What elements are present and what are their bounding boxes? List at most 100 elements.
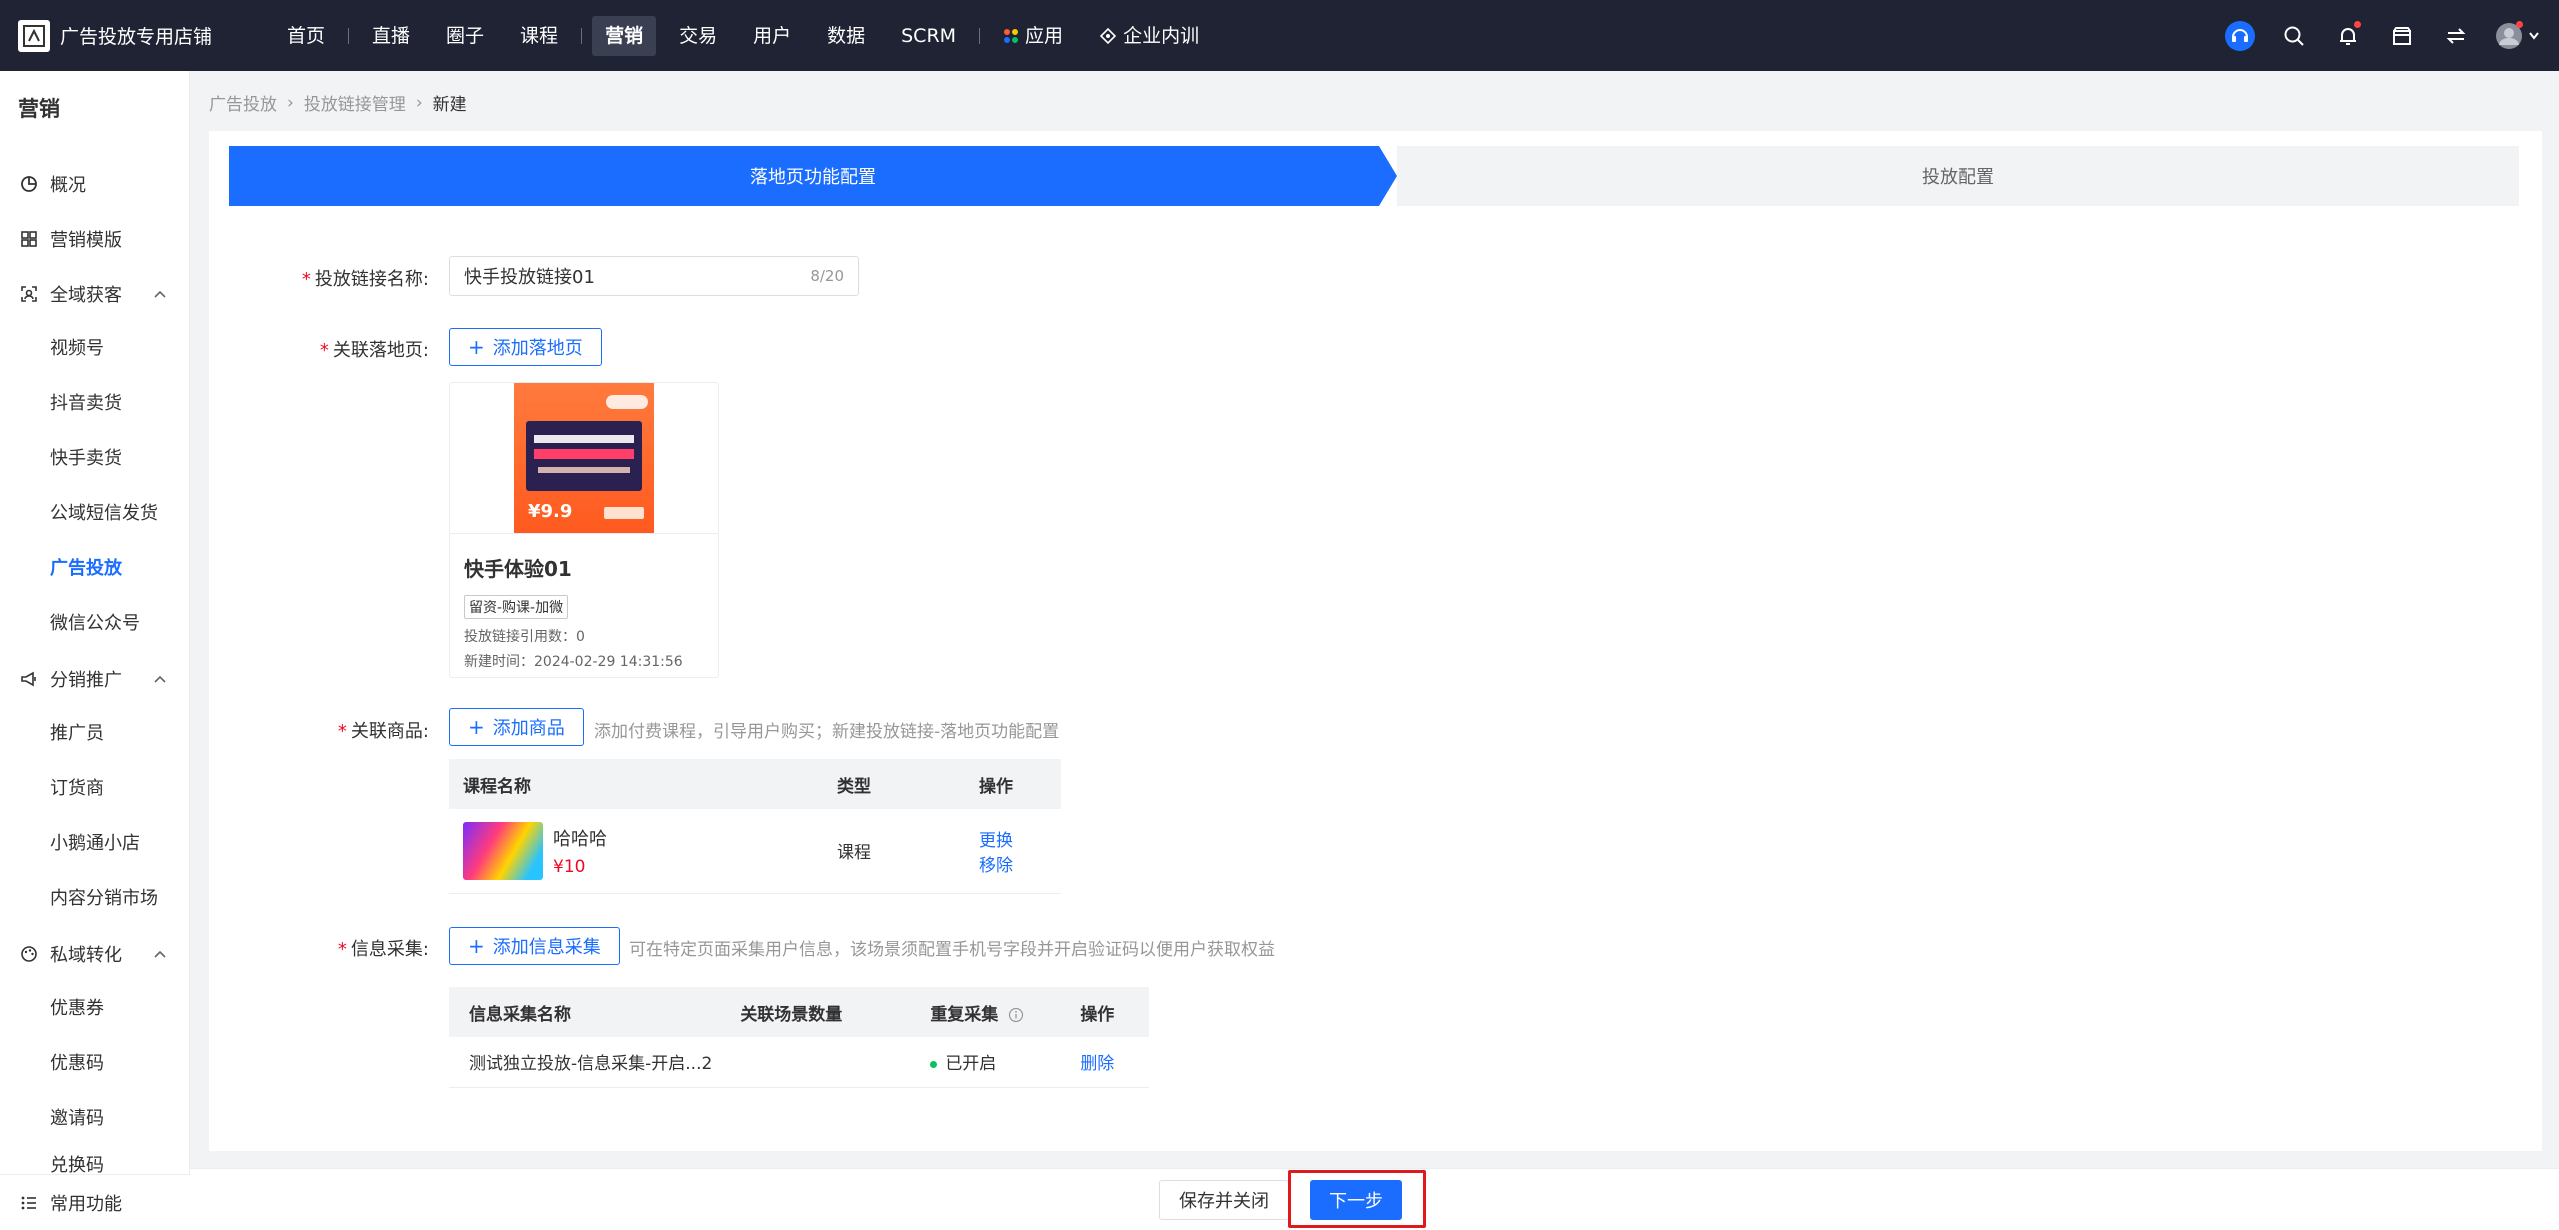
nav-live[interactable]: 直播 bbox=[359, 16, 423, 56]
sidebar-group-acquire[interactable]: 全域获客 bbox=[0, 266, 189, 321]
replace-link[interactable]: 更换 bbox=[979, 831, 1013, 851]
sidebar-group-label: 全域获客 bbox=[50, 284, 122, 306]
table-row: 测试独立投放-信息采集-开启...2 已开启 删除 bbox=[449, 1037, 1149, 1088]
nav-divider bbox=[348, 27, 350, 44]
bell-icon[interactable] bbox=[2331, 19, 2365, 53]
required-mark: * bbox=[301, 269, 311, 290]
col-info-name: 信息采集名称 bbox=[449, 987, 727, 1037]
nav-marketing[interactable]: 营销 bbox=[592, 15, 657, 56]
info-scene-cell bbox=[726, 1037, 917, 1088]
sidebar-group-label: 私域转化 bbox=[50, 944, 122, 966]
sidebar-item-shop[interactable]: 小鹅通小店 bbox=[0, 816, 189, 871]
palette-icon bbox=[20, 945, 38, 963]
support-icon[interactable] bbox=[2223, 19, 2257, 53]
store-icon[interactable] bbox=[2385, 19, 2419, 53]
col-scene-count: 关联场景数量 bbox=[726, 987, 917, 1037]
plus-icon: + bbox=[468, 715, 485, 739]
goods-hint: 添加付费课程，引导用户购买；新建投放链接-落地页功能配置 bbox=[594, 722, 1060, 742]
sidebar-item-label: 概况 bbox=[50, 174, 86, 196]
info-circle-icon[interactable] bbox=[1008, 1007, 1024, 1023]
link-name-label-text: 投放链接名称: bbox=[314, 269, 429, 290]
poster-line bbox=[538, 467, 630, 473]
breadcrumb-separator: › bbox=[287, 92, 294, 113]
nav-divider bbox=[979, 27, 981, 44]
nav-training[interactable]: 企业内训 bbox=[1086, 16, 1212, 56]
target-user-icon bbox=[20, 285, 38, 303]
poster-badge bbox=[606, 395, 648, 409]
info-name-text: 测试独立投放-信息采集-开启... bbox=[469, 1054, 702, 1075]
nav-apps[interactable]: 应用 bbox=[990, 16, 1076, 56]
sidebar-item-overview[interactable]: 概况 bbox=[0, 156, 189, 211]
table-row: 哈哈哈 ¥10 课程 更换移除 bbox=[449, 809, 1061, 894]
info-actions: 删除 bbox=[1066, 1037, 1149, 1088]
char-count: 8/20 bbox=[810, 267, 844, 285]
add-goods-label: 添加商品 bbox=[492, 718, 565, 739]
notification-dot bbox=[2354, 20, 2361, 28]
landing-label-text: 关联落地页: bbox=[332, 340, 429, 361]
sidebar-group-private[interactable]: 私域转化 bbox=[0, 926, 189, 981]
add-landing-label: 添加落地页 bbox=[492, 338, 583, 359]
logo-icon bbox=[18, 19, 50, 52]
col-repeat: 重复采集 bbox=[916, 987, 1067, 1037]
nav-trade[interactable]: 交易 bbox=[666, 16, 730, 56]
breadcrumb-separator: › bbox=[415, 92, 423, 113]
sidebar-item-kuaishou[interactable]: 快手卖货 bbox=[0, 431, 189, 486]
sidebar-group-distribute[interactable]: 分销推广 bbox=[0, 651, 189, 706]
delete-link[interactable]: 删除 bbox=[1080, 1054, 1114, 1074]
required-mark: * bbox=[337, 721, 347, 742]
sidebar-item-channels[interactable]: 视频号 bbox=[0, 321, 189, 376]
nav-data[interactable]: 数据 bbox=[814, 16, 878, 56]
goods-label-text: 关联商品: bbox=[350, 721, 429, 742]
nav-scrm[interactable]: SCRM bbox=[888, 16, 969, 56]
next-step-button[interactable]: 下一步 bbox=[1310, 1180, 1402, 1220]
status-dot bbox=[930, 1060, 938, 1068]
info-name: 测试独立投放-信息采集-开启...2 bbox=[449, 1037, 727, 1088]
add-info-button[interactable]: + 添加信息采集 bbox=[449, 927, 620, 965]
list-icon bbox=[20, 1194, 38, 1212]
avatar-dot bbox=[2516, 20, 2523, 28]
sidebar-item-ads[interactable]: 广告投放 bbox=[0, 541, 189, 596]
switch-icon[interactable] bbox=[2439, 19, 2473, 53]
save-close-button[interactable]: 保存并关闭 bbox=[1159, 1180, 1289, 1220]
sidebar-item-template[interactable]: 营销模版 bbox=[0, 211, 189, 266]
sidebar-item-sms[interactable]: 公域短信发货 bbox=[0, 486, 189, 541]
sidebar-item-promoter[interactable]: 推广员 bbox=[0, 706, 189, 761]
breadcrumb-link-manage[interactable]: 投放链接管理 bbox=[304, 90, 406, 115]
avatar[interactable] bbox=[2493, 19, 2543, 53]
landing-tag: 留资-购课-加微 bbox=[464, 595, 569, 619]
course-price: ¥10 bbox=[553, 856, 586, 877]
nav-course[interactable]: 课程 bbox=[507, 16, 571, 56]
megaphone-icon bbox=[20, 670, 38, 688]
add-goods-button[interactable]: + 添加商品 bbox=[449, 708, 584, 746]
col-type: 类型 bbox=[823, 759, 965, 809]
sidebar-common-functions[interactable]: 常用功能 bbox=[0, 1174, 190, 1230]
table-header-row: 课程名称 类型 操作 bbox=[449, 759, 1061, 809]
sidebar-item-dealer[interactable]: 订货商 bbox=[0, 761, 189, 816]
search-icon[interactable] bbox=[2277, 19, 2311, 53]
sidebar-item-coupon[interactable]: 优惠券 bbox=[0, 981, 189, 1036]
course-actions: 更换移除 bbox=[965, 809, 1061, 894]
sidebar-item-douyin[interactable]: 抖音卖货 bbox=[0, 376, 189, 431]
sidebar-item-invite-code[interactable]: 邀请码 bbox=[0, 1091, 189, 1146]
required-mark: * bbox=[337, 939, 347, 960]
link-name-input[interactable]: 快手投放链接01 8/20 bbox=[449, 256, 859, 296]
sidebar-item-wechat-mp[interactable]: 微信公众号 bbox=[0, 596, 189, 651]
nav-users[interactable]: 用户 bbox=[740, 16, 804, 56]
store-name: 广告投放专用店铺 bbox=[60, 26, 213, 48]
sidebar-item-redeem-code[interactable]: 兑换码 bbox=[0, 1146, 189, 1176]
poster-tag bbox=[604, 507, 644, 519]
remove-link[interactable]: 移除 bbox=[979, 856, 1013, 876]
sidebar-item-market[interactable]: 内容分销市场 bbox=[0, 871, 189, 926]
top-actions bbox=[2203, 0, 2543, 71]
sidebar-item-promo-code[interactable]: 优惠码 bbox=[0, 1036, 189, 1091]
grid-icon bbox=[20, 230, 38, 248]
poster-line bbox=[534, 449, 634, 459]
add-landing-button[interactable]: + 添加落地页 bbox=[449, 328, 602, 366]
nav-divider bbox=[581, 27, 583, 44]
nav-circle[interactable]: 圈子 bbox=[433, 16, 497, 56]
breadcrumb-ads[interactable]: 广告投放 bbox=[209, 90, 277, 115]
nav-home[interactable]: 首页 bbox=[274, 16, 338, 56]
landing-card[interactable]: ¥9.9 快手体验01 留资-购课-加微 投放链接引用数：0 新建时间：2024… bbox=[449, 382, 719, 678]
required-mark: * bbox=[319, 340, 329, 361]
store-logo[interactable]: 广告投放专用店铺 bbox=[18, 19, 248, 52]
